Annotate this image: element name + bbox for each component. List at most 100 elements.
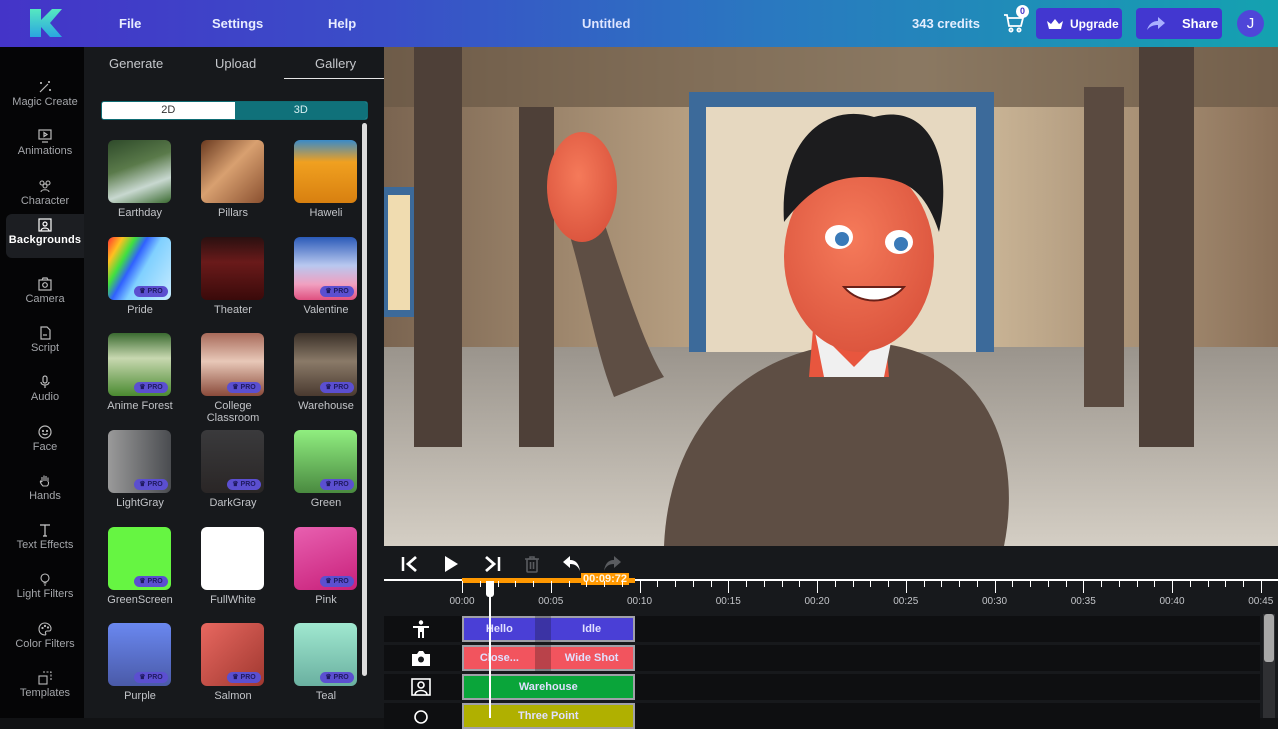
nav-audio[interactable]: Audio [6,371,84,413]
timeline-clip[interactable]: Idle [550,616,635,642]
background-thumbnail[interactable]: ♛ PRO [108,527,171,590]
pillar [1139,47,1194,447]
timeline-scrollbar-thumb[interactable] [1264,614,1274,662]
menu-settings[interactable]: Settings [212,16,263,31]
nav-color-filters[interactable]: Color Filters [6,618,84,660]
menu-file[interactable]: File [119,16,141,31]
character-hand [547,132,617,242]
timeline-tick [710,581,712,587]
background-thumbnail[interactable] [201,237,264,300]
document-title[interactable]: Untitled [582,16,630,31]
background-thumbnail[interactable]: ♛ PRO [294,430,357,493]
background-thumbnail[interactable]: ♛ PRO [201,333,264,396]
timeline-tick [1260,581,1262,593]
skip-to-start-icon[interactable] [400,554,420,574]
user-avatar[interactable]: J [1237,10,1264,37]
nav-script[interactable]: Script [6,322,84,364]
timeline-tick [834,581,836,587]
play-icon[interactable] [441,554,461,574]
background-thumbnail[interactable] [108,140,171,203]
timeline-tick-label: 00:40 [1159,596,1185,607]
person-icon [413,620,429,638]
background-icon [38,218,52,232]
background-thumbnail[interactable]: ♛ PRO [108,237,171,300]
timeline-tick [1207,581,1209,587]
playhead-line[interactable] [489,596,492,718]
app-logo[interactable] [28,7,64,39]
background-thumbnail[interactable] [201,140,264,203]
timeline-clip[interactable]: Warehouse [462,674,635,700]
background-thumbnail[interactable]: ♛ PRO [108,623,171,686]
background-thumbnail[interactable]: ♛ PRO [294,527,357,590]
pro-label: PRO [333,288,349,295]
background-thumbnail[interactable]: ♛ PRO [201,430,264,493]
tab-generate[interactable]: Generate [109,56,163,71]
nav-face[interactable]: Face [6,421,84,463]
timeline-tick-label: 00:25 [893,596,919,607]
playhead-handle[interactable] [486,581,495,597]
nav-text-effects[interactable]: Text Effects [6,519,84,561]
timeline-tick-label: 00:00 [449,596,475,607]
redo-icon[interactable] [602,554,622,574]
crown-icon: ♛ [139,481,146,488]
crown-icon: ♛ [139,288,146,295]
nav-templates[interactable]: Templates [6,667,84,709]
nav-label: Color Filters [15,638,75,650]
nav-camera[interactable]: Camera [6,273,84,315]
clip-transition[interactable] [534,645,551,671]
pro-badge: ♛ PRO [320,286,354,297]
background-name: College Classroom [206,400,260,424]
undo-icon[interactable] [562,554,582,574]
nav-label: Face [32,441,58,453]
timeline-tick-label: 00:10 [626,596,653,607]
pro-label: PRO [333,481,349,488]
delete-icon[interactable] [522,554,542,574]
timeline-tick-label: 00:05 [538,596,564,607]
top-bar: File Settings Help Untitled 343 credits … [0,0,1278,47]
timeline-tick [621,581,623,587]
active-tab-indicator [284,78,384,79]
share-button[interactable]: Share [1136,8,1222,39]
toggle-2d[interactable]: 2D [102,102,235,119]
menu-help[interactable]: Help [328,16,356,31]
background-thumbnail[interactable]: ♛ PRO [108,333,171,396]
tab-gallery[interactable]: Gallery [315,56,356,71]
clip-transition[interactable] [534,616,551,642]
upgrade-button[interactable]: Upgrade [1036,8,1122,39]
nav-character[interactable]: Character [6,175,84,217]
background-name: Teal [315,690,337,702]
scene-preview[interactable] [384,47,1278,546]
background-thumbnail[interactable]: ♛ PRO [108,430,171,493]
nav-animations[interactable]: Animations [6,125,84,167]
timeline-tick-label: 00:35 [1070,596,1096,607]
background-thumbnail[interactable]: ♛ PRO [294,333,357,396]
tab-upload[interactable]: Upload [215,56,256,71]
background-thumbnail[interactable]: ♛ PRO [201,623,264,686]
timeline-clip[interactable]: Three Point [462,703,635,729]
background-thumbnail[interactable] [294,140,357,203]
timeline-tick [1065,581,1067,587]
nav-magic-create[interactable]: Magic Create [6,76,84,118]
background-thumbnail[interactable]: ♛ PRO [294,623,357,686]
toggle-3d[interactable]: 3D [234,102,367,119]
timeline-tick [1030,581,1031,587]
nav-backgrounds[interactable]: Backgrounds [6,214,84,258]
background-thumbnail[interactable]: ♛ PRO [294,237,357,300]
pro-badge: ♛ PRO [227,382,261,393]
nav-label: Script [30,342,60,354]
timeline-clip[interactable]: Wide Shot [550,645,635,671]
magic-wand-icon [39,81,51,93]
nav-hands[interactable]: Hands [6,470,84,512]
skip-to-end-icon[interactable] [482,554,502,574]
people-icon [39,180,51,193]
timeline-tick [639,581,641,593]
pro-badge: ♛ PRO [134,576,168,587]
nav-light-filters[interactable]: Light Filters [6,568,84,610]
backgrounds-panel: Generate Upload Gallery 2D 3D Earthday Pi… [84,47,384,718]
background-thumbnail[interactable] [201,527,264,590]
timeline-clip[interactable]: Hello [462,616,535,642]
crown-icon [1047,18,1063,29]
pro-badge: ♛ PRO [320,672,354,683]
document-icon [40,326,51,340]
timeline-clip[interactable]: Close... [462,645,535,671]
